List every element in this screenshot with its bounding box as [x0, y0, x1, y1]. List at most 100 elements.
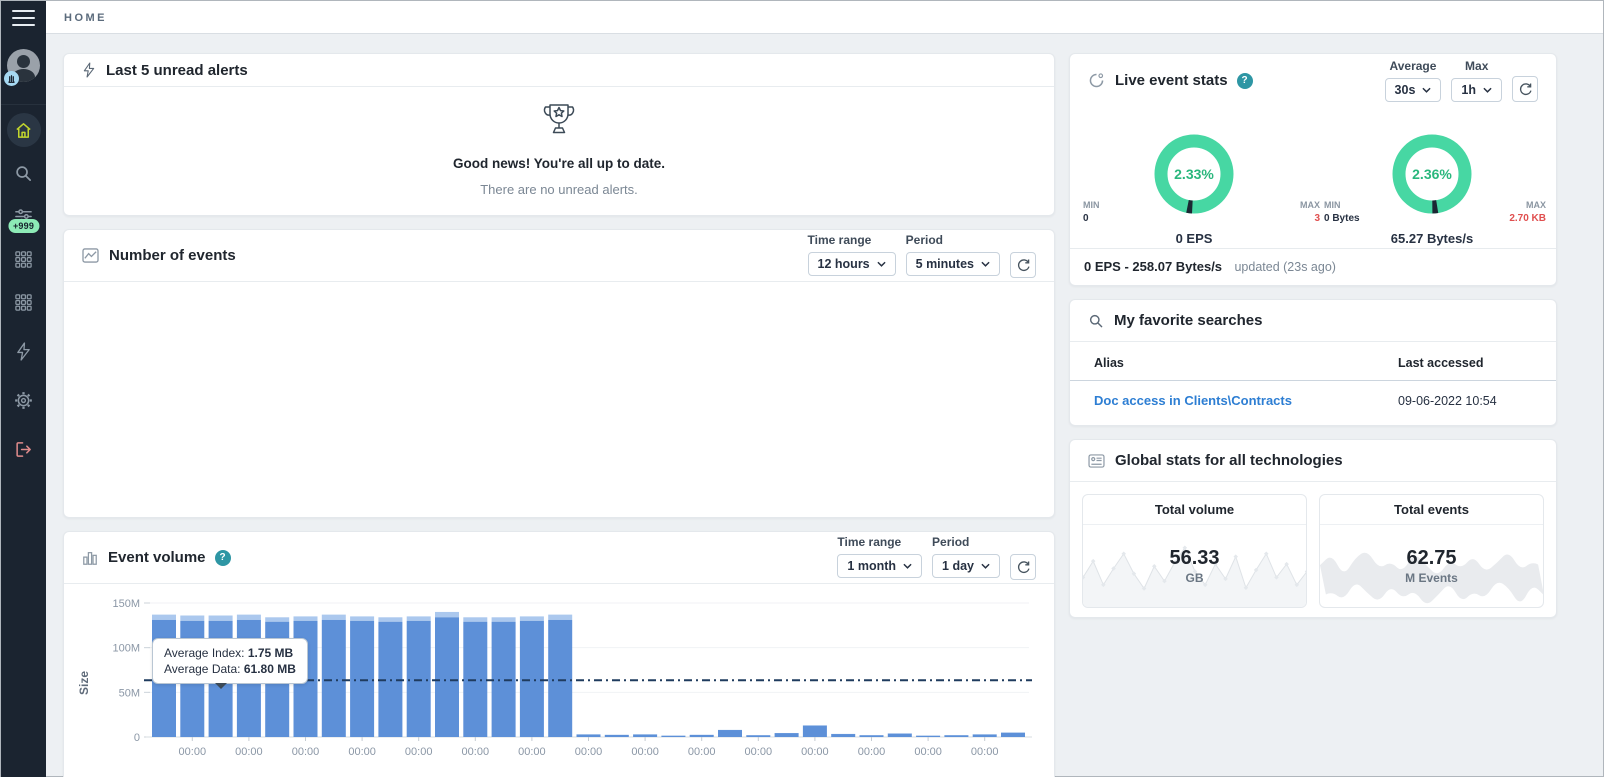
- trophy-icon: [536, 101, 582, 143]
- period-select[interactable]: 5 minutes: [906, 252, 1000, 276]
- chevron-down-icon: [903, 563, 912, 569]
- sidebar-item-search[interactable]: [7, 156, 41, 190]
- help-icon[interactable]: ?: [1237, 73, 1253, 89]
- x-axis-label: 00:00: [462, 746, 490, 758]
- menu-icon[interactable]: [12, 10, 35, 26]
- x-axis-label: 00:00: [801, 746, 829, 758]
- average-select[interactable]: 30s: [1385, 78, 1442, 102]
- refresh-button[interactable]: [1010, 252, 1036, 278]
- time-range-select[interactable]: 1 month: [837, 554, 922, 578]
- time-range-select[interactable]: 12 hours: [808, 252, 896, 276]
- tile-value: 62.75: [1406, 547, 1456, 570]
- sidebar-item-modules-grid[interactable]: [7, 285, 41, 319]
- donut-percent: 2.36%: [1387, 166, 1477, 182]
- tile-title: Total events: [1320, 495, 1543, 525]
- period-label: Period: [906, 233, 1000, 247]
- bar-data-segment: [350, 621, 374, 737]
- topbar: HOME: [46, 1, 1603, 34]
- bar-index-segment: [180, 616, 204, 621]
- bar-index-segment: [350, 616, 374, 620]
- x-axis-label: 00:00: [518, 746, 546, 758]
- bar-data-segment: [775, 733, 799, 737]
- bar-data-segment: [860, 735, 884, 737]
- bar-index-segment: [463, 617, 487, 621]
- table-row: Doc access in Clients\Contracts 09-06-20…: [1070, 381, 1556, 421]
- sidebar-item-apps-grid[interactable]: [7, 242, 41, 276]
- live-status-bar: 0 EPS - 258.07 Bytes/s updated (23s ago): [1070, 248, 1556, 285]
- chart-image-icon: [82, 248, 99, 263]
- donut-caption: 65.27 Bytes/s: [1362, 231, 1502, 246]
- time-range-label: Time range: [837, 535, 922, 549]
- last-accessed-value: 09-06-2022 10:54: [1398, 394, 1497, 408]
- bar-data-segment: [944, 735, 968, 737]
- alerts-empty-state: Good news! You're all up to date. There …: [64, 87, 1054, 197]
- card-title: Last 5 unread alerts: [106, 62, 248, 79]
- global-stats-card: Global stats for all technologies Total …: [1069, 439, 1557, 618]
- sidebar-item-settings[interactable]: [7, 383, 41, 417]
- bar-index-segment: [492, 617, 516, 621]
- x-axis-label: 00:00: [745, 746, 773, 758]
- bar-index-segment: [407, 616, 431, 620]
- column-header-last-accessed: Last accessed: [1398, 356, 1528, 370]
- bar-data-segment: [633, 734, 657, 737]
- x-axis-label: 00:00: [631, 746, 659, 758]
- sidebar: +999: [1, 1, 46, 777]
- bar-data-segment: [831, 734, 855, 737]
- card-title: My favorite searches: [1114, 312, 1262, 329]
- bar-index-segment: [294, 616, 318, 620]
- total-volume-tile: Total volume 56.33 GB: [1082, 494, 1307, 608]
- min-stat: MIN0: [1083, 198, 1100, 226]
- favorite-search-link[interactable]: Doc access in Clients\Contracts: [1094, 393, 1292, 408]
- bar-data-segment: [916, 736, 940, 737]
- period-label: Period: [932, 535, 1000, 549]
- news-card-icon: [1088, 454, 1105, 468]
- bar-index-segment: [435, 612, 459, 617]
- refresh-icon: [1016, 560, 1031, 575]
- refresh-button[interactable]: [1512, 76, 1538, 102]
- event-volume-card: Event volume ? Time range 1 month Period…: [63, 531, 1055, 777]
- x-axis-label: 00:00: [858, 746, 886, 758]
- help-icon[interactable]: ?: [215, 550, 231, 566]
- x-axis-label: 00:00: [235, 746, 263, 758]
- table-header-row: Alias Last accessed: [1070, 342, 1556, 381]
- max-stat: MAX3: [1290, 198, 1320, 226]
- bar-data-segment: [1001, 733, 1025, 737]
- bar-data-segment: [718, 730, 742, 737]
- x-axis-label: 00:00: [348, 746, 376, 758]
- live-event-stats-card: Live event stats ? Average 30s Max 1h: [1069, 53, 1557, 286]
- total-events-tile: Total events 62.75 M Events: [1319, 494, 1544, 608]
- bar-data-segment: [322, 620, 346, 737]
- sidebar-item-logout[interactable]: [7, 432, 41, 466]
- refresh-button[interactable]: [1010, 554, 1036, 580]
- chevron-down-icon: [877, 261, 886, 267]
- max-label: Max: [1465, 59, 1488, 73]
- bar-data-segment: [407, 621, 431, 737]
- tile-value: 56.33: [1169, 547, 1219, 570]
- period-select[interactable]: 1 day: [932, 554, 1000, 578]
- bar-data-segment: [520, 621, 544, 737]
- chart-tooltip: Average Index: 1.75 MB Average Data: 61.…: [152, 638, 308, 684]
- time-range-label: Time range: [808, 233, 896, 247]
- average-label: Average: [1390, 59, 1437, 73]
- status-updated: updated (23s ago): [1234, 260, 1335, 274]
- user-profile[interactable]: [1, 41, 46, 105]
- y-axis-title: Size: [77, 671, 91, 695]
- status-rates: 0 EPS - 258.07 Bytes/s: [1084, 259, 1222, 274]
- favorite-searches-card: My favorite searches Alias Last accessed…: [1069, 299, 1557, 426]
- chevron-down-icon: [1422, 87, 1431, 93]
- bar-chart-icon: [82, 550, 98, 566]
- breadcrumb[interactable]: HOME: [64, 12, 107, 24]
- tile-unit: GB: [1186, 571, 1204, 585]
- unread-alerts-card: Last 5 unread alerts Good news! You're a…: [63, 53, 1055, 216]
- sidebar-item-alerts[interactable]: [7, 334, 41, 368]
- card-title: Event volume: [108, 549, 206, 566]
- tooltip-arrow: [215, 683, 227, 689]
- card-title: Live event stats: [1115, 72, 1228, 89]
- max-select[interactable]: 1h: [1451, 78, 1502, 102]
- bar-index-segment: [265, 617, 289, 621]
- bar-data-segment: [548, 620, 572, 737]
- bar-index-segment: [520, 616, 544, 620]
- empty-state-headline: Good news! You're all up to date.: [64, 156, 1054, 171]
- notification-count-badge[interactable]: +999: [8, 219, 39, 233]
- sidebar-item-home[interactable]: [7, 113, 41, 147]
